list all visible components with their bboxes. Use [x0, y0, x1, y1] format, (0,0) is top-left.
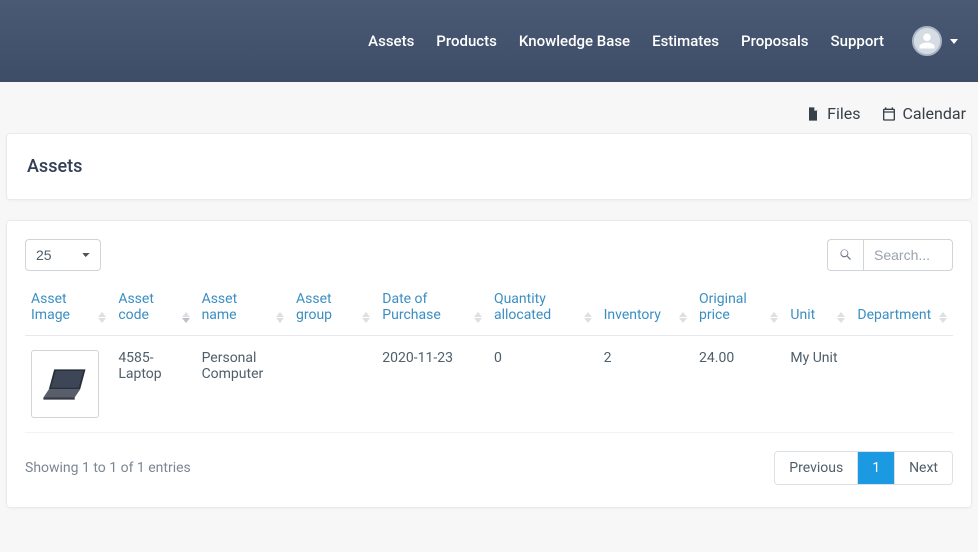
- cell-department: [851, 336, 953, 433]
- title-panel: Assets: [6, 133, 972, 200]
- page-title: Assets: [7, 134, 971, 199]
- subbar: Files Calendar: [0, 82, 978, 133]
- cell-date: 2020-11-23: [376, 336, 488, 433]
- calendar-label: Calendar: [903, 104, 966, 123]
- files-label: Files: [827, 104, 860, 123]
- col-quantity-allocated[interactable]: Quantity allocated: [488, 283, 598, 336]
- sort-icon: [276, 312, 284, 323]
- chevron-down-icon: [950, 39, 958, 44]
- search-input[interactable]: [863, 239, 953, 271]
- entries-info: Showing 1 to 1 of 1 entries: [25, 460, 191, 476]
- navbar: Assets Products Knowledge Base Estimates…: [0, 0, 978, 82]
- nav-products[interactable]: Products: [436, 32, 497, 50]
- sort-icon: [98, 312, 106, 323]
- cell-asset-name: Personal Computer: [196, 336, 290, 433]
- assets-table: Asset Image Asset code Asset name Asset …: [25, 283, 953, 433]
- nav-support[interactable]: Support: [831, 32, 884, 50]
- sort-icon: [939, 312, 947, 323]
- page-length-select[interactable]: 25: [25, 239, 101, 271]
- laptop-icon: [38, 365, 92, 403]
- table-panel: 25: [6, 220, 972, 508]
- col-department[interactable]: Department: [851, 283, 953, 336]
- pagination: Previous 1 Next: [774, 451, 953, 485]
- pagination-page-1[interactable]: 1: [858, 452, 895, 484]
- nav-items: Assets Products Knowledge Base Estimates…: [368, 26, 958, 56]
- col-asset-name[interactable]: Asset name: [196, 283, 290, 336]
- files-link[interactable]: Files: [805, 104, 860, 123]
- nav-assets[interactable]: Assets: [368, 32, 414, 50]
- table-footer: Showing 1 to 1 of 1 entries Previous 1 N…: [25, 451, 953, 485]
- nav-estimates[interactable]: Estimates: [652, 32, 719, 50]
- col-date-of-purchase[interactable]: Date of Purchase: [376, 283, 488, 336]
- col-inventory[interactable]: Inventory: [598, 283, 693, 336]
- cell-asset-code: 4585-Laptop: [112, 336, 195, 433]
- cell-inventory: 2: [598, 336, 693, 433]
- user-menu[interactable]: [912, 26, 958, 56]
- col-original-price[interactable]: Original price: [693, 283, 784, 336]
- col-unit[interactable]: Unit: [784, 283, 851, 336]
- sort-icon: [837, 312, 845, 323]
- pagination-next[interactable]: Next: [895, 452, 952, 484]
- search-icon: [839, 248, 853, 262]
- calendar-link[interactable]: Calendar: [881, 104, 966, 123]
- pagination-previous[interactable]: Previous: [775, 452, 858, 484]
- sort-icon: [474, 312, 482, 323]
- col-asset-image[interactable]: Asset Image: [25, 283, 112, 336]
- nav-knowledge-base[interactable]: Knowledge Base: [519, 32, 630, 50]
- search-button[interactable]: [827, 239, 863, 271]
- col-asset-group[interactable]: Asset group: [290, 283, 376, 336]
- cell-unit: My Unit: [784, 336, 851, 433]
- avatar: [912, 26, 942, 56]
- table-row[interactable]: 4585-Laptop Personal Computer 2020-11-23…: [25, 336, 953, 433]
- table-controls: 25: [25, 239, 953, 271]
- cell-asset-image: [25, 336, 112, 433]
- nav-proposals[interactable]: Proposals: [741, 32, 809, 50]
- col-asset-code[interactable]: Asset code: [112, 283, 195, 336]
- asset-thumbnail: [31, 350, 99, 418]
- file-icon: [805, 106, 821, 122]
- sort-icon: [362, 312, 370, 323]
- sort-icon: [679, 312, 687, 323]
- sort-icon: [584, 312, 592, 323]
- user-icon: [918, 32, 936, 50]
- sort-icon: [182, 312, 190, 323]
- calendar-icon: [881, 106, 897, 122]
- cell-original-price: 24.00: [693, 336, 784, 433]
- cell-asset-group: [290, 336, 376, 433]
- sort-icon: [770, 312, 778, 323]
- search-group: [827, 239, 953, 271]
- cell-qty-allocated: 0: [488, 336, 598, 433]
